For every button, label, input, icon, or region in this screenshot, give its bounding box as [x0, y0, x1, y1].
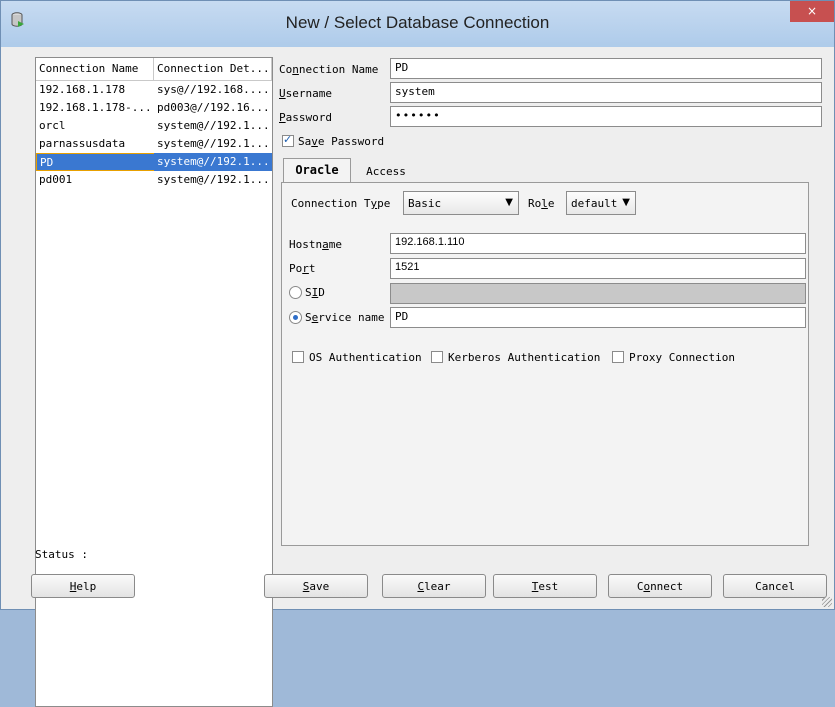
os-authentication-label: OS Authentication [309, 351, 422, 364]
tab-oracle[interactable]: Oracle [283, 158, 351, 183]
dialog-window: New / Select Database Connection × Conne… [0, 0, 835, 707]
proxy-connection-checkbox[interactable] [612, 351, 624, 363]
column-header-connection-name[interactable]: Connection Name [36, 58, 154, 80]
list-item[interactable]: parnassusdata system@//192.1... [36, 135, 272, 153]
connection-name-cell: pd001 [39, 173, 73, 186]
connection-name-field[interactable]: PD [390, 58, 822, 79]
save-password-checkbox[interactable] [282, 133, 294, 147]
service-name-radio[interactable] [289, 311, 302, 324]
service-name-field[interactable]: PD [390, 307, 806, 328]
dropdown-arrow-icon: ▼ [505, 197, 513, 208]
connection-type-select[interactable]: Basic ▼ [403, 191, 519, 215]
password-label: Password [279, 111, 332, 124]
sid-field[interactable] [390, 283, 806, 304]
password-field[interactable]: •••••• [390, 106, 822, 127]
connection-name-cell: PD [36, 153, 154, 171]
connection-detail-cell: system@//192.1... [157, 119, 270, 132]
status-label: Status : [35, 548, 88, 561]
list-item[interactable]: 192.168.1.178 sys@//192.168.... [36, 81, 272, 99]
os-authentication-checkbox[interactable] [292, 351, 304, 363]
kerberos-authentication-checkbox[interactable] [431, 351, 443, 363]
port-label: Port [289, 262, 316, 275]
list-item[interactable]: pd001 system@//192.1... [36, 171, 272, 189]
clear-button[interactable]: Clear [382, 574, 486, 598]
help-button[interactable]: Help [31, 574, 135, 598]
resize-grip-icon[interactable] [822, 597, 832, 607]
save-password-label: Save Password [298, 135, 385, 148]
connection-type-label: Connection Type [291, 197, 391, 210]
connection-detail-cell: system@//192.1... [157, 155, 270, 168]
connection-detail-cell: sys@//192.168.... [157, 83, 270, 96]
close-button[interactable]: × [790, 1, 834, 22]
role-value: default [571, 197, 618, 210]
port-field[interactable]: 1521 [390, 258, 806, 279]
list-item[interactable]: orcl system@//192.1... [36, 117, 272, 135]
connection-list-header: Connection Name Connection Det... [36, 58, 272, 81]
list-item[interactable]: 192.168.1.178-... pd003@//192.16... [36, 99, 272, 117]
list-item-selected[interactable]: PD system@//192.1... [36, 153, 272, 171]
kerberos-authentication-label: Kerberos Authentication [448, 351, 601, 364]
column-header-connection-details[interactable]: Connection Det... [154, 58, 272, 80]
proxy-connection-label: Proxy Connection [629, 351, 735, 364]
connection-type-value: Basic [408, 197, 442, 210]
connection-name-cell: orcl [39, 119, 66, 132]
username-label: Username [279, 87, 332, 100]
save-button[interactable]: Save [264, 574, 368, 598]
dropdown-arrow-icon: ▼ [622, 197, 630, 208]
hostname-label: Hostname [289, 238, 342, 251]
connection-detail-cell: system@//192.1... [157, 137, 270, 150]
role-select[interactable]: default ▼ [566, 191, 636, 215]
connection-name-cell: 192.168.1.178 [39, 83, 126, 96]
connection-name-cell: parnassusdata [39, 137, 126, 150]
sid-radio[interactable] [289, 286, 302, 299]
sid-label: SID [305, 286, 325, 299]
title-bar[interactable]: New / Select Database Connection × [1, 1, 834, 47]
hostname-field[interactable]: 192.168.1.110 [390, 233, 806, 254]
connection-name-label: Connection Name [279, 63, 379, 76]
connection-detail-cell: pd003@//192.16... [157, 101, 270, 114]
username-field[interactable]: system [390, 82, 822, 103]
test-button[interactable]: Test [493, 574, 597, 598]
connect-button[interactable]: Connect [608, 574, 712, 598]
tab-access[interactable]: Access [359, 161, 413, 181]
service-name-label: Service name [305, 311, 385, 324]
cancel-button[interactable]: Cancel [723, 574, 827, 598]
connection-name-cell: 192.168.1.178-... [39, 101, 152, 114]
window-title: New / Select Database Connection [285, 13, 550, 32]
connection-detail-cell: system@//192.1... [157, 173, 270, 186]
role-label: Role [528, 197, 555, 210]
